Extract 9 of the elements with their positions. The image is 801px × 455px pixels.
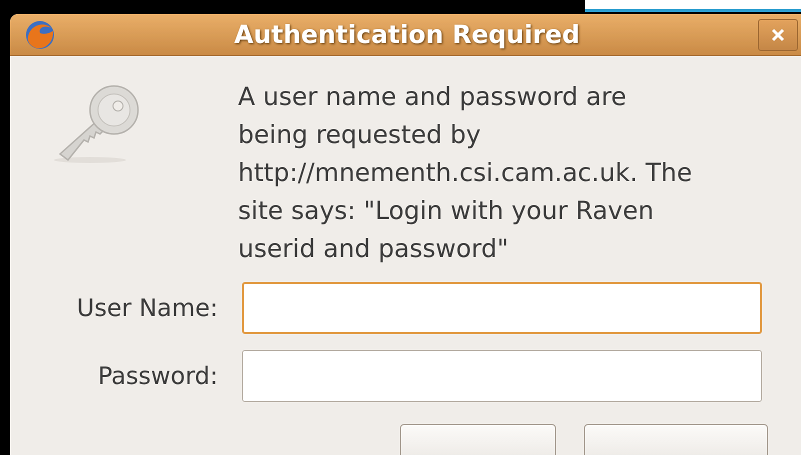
close-icon (770, 26, 786, 42)
input-field[interactable] (242, 282, 762, 334)
window-title: Authentication Required (233, 20, 581, 49)
close-button[interactable] (758, 18, 798, 50)
field-label: User Name: (76, 294, 218, 322)
message-text: A user name and password are being requested by http://mnementh.csi.cam.ac.uk. The site says: "Login with your Raven userid and password" (238, 81, 694, 265)
field-label: Password: (96, 362, 218, 390)
input-field[interactable] (242, 350, 762, 402)
globe-icon (24, 18, 56, 50)
